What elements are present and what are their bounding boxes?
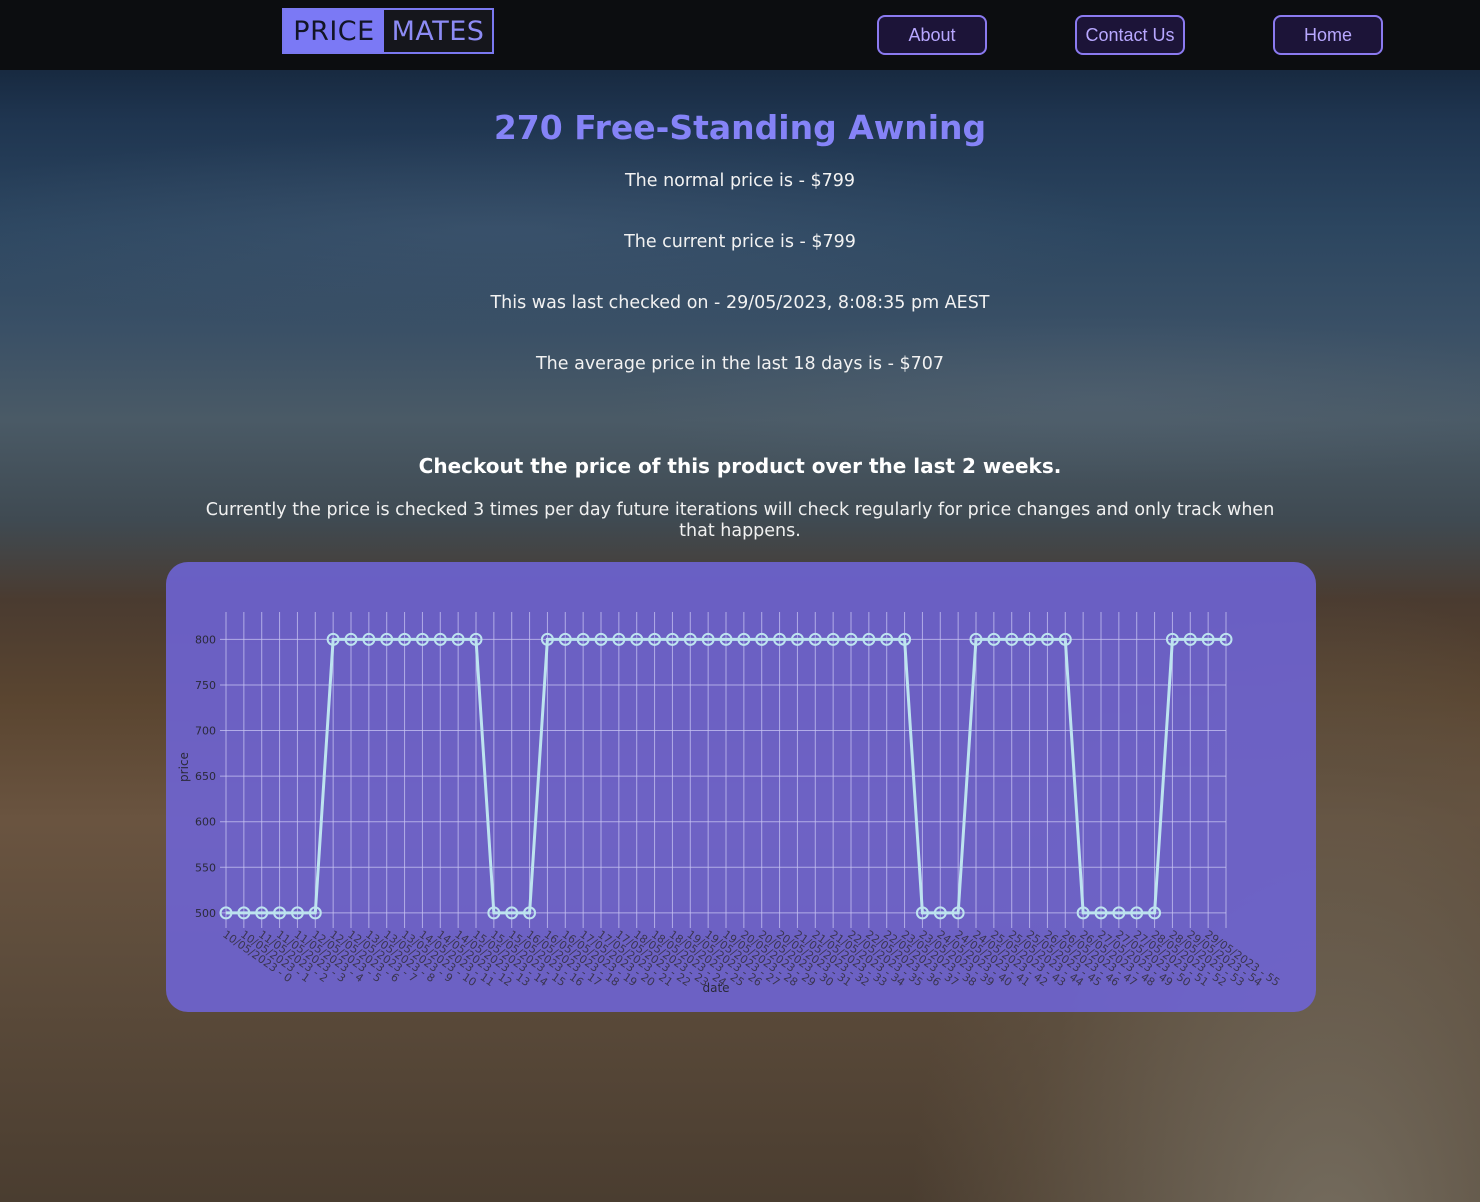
y-tick-label: 800	[195, 633, 216, 646]
y-tick-label: 550	[195, 861, 216, 874]
x-axis-label: date	[702, 981, 729, 995]
average-price-text: The average price in the last 18 days is…	[535, 354, 944, 374]
price-chart-panel: 500 550 600 650 700 750 800 price 10/05/2023 - 0…	[166, 562, 1316, 1012]
y-tick-label: 650	[195, 770, 216, 783]
y-tick-label: 600	[195, 816, 216, 829]
y-axis-label: price	[177, 752, 191, 782]
about-button[interactable]: About	[877, 15, 987, 55]
price-mates-logo[interactable]: PRICE MATES	[282, 8, 494, 54]
home-button[interactable]: Home	[1273, 15, 1383, 55]
product-title: 270 Free-Standing Awning	[493, 108, 987, 147]
logo-text-right: MATES	[384, 10, 492, 52]
check-frequency-note: Currently the price is checked 3 times p…	[205, 500, 1275, 541]
y-tick-label: 500	[195, 907, 216, 920]
last-checked-text: This was last checked on - 29/05/2023, 8…	[490, 293, 990, 313]
y-tick-label: 750	[195, 679, 216, 692]
contact-us-button[interactable]: Contact Us	[1075, 15, 1185, 55]
current-price-text: The current price is - $799	[624, 232, 856, 252]
price-history-chart: 500550600650700750800price10/05/2023 - 0…	[177, 612, 1282, 995]
logo-text-left: PRICE	[284, 10, 384, 52]
y-tick-label: 700	[195, 725, 216, 738]
normal-price-text: The normal price is - $799	[624, 171, 856, 191]
price-history-heading: Checkout the price of this product over …	[418, 454, 1062, 478]
navbar: PRICE MATES About Contact Us Home	[0, 0, 1480, 70]
